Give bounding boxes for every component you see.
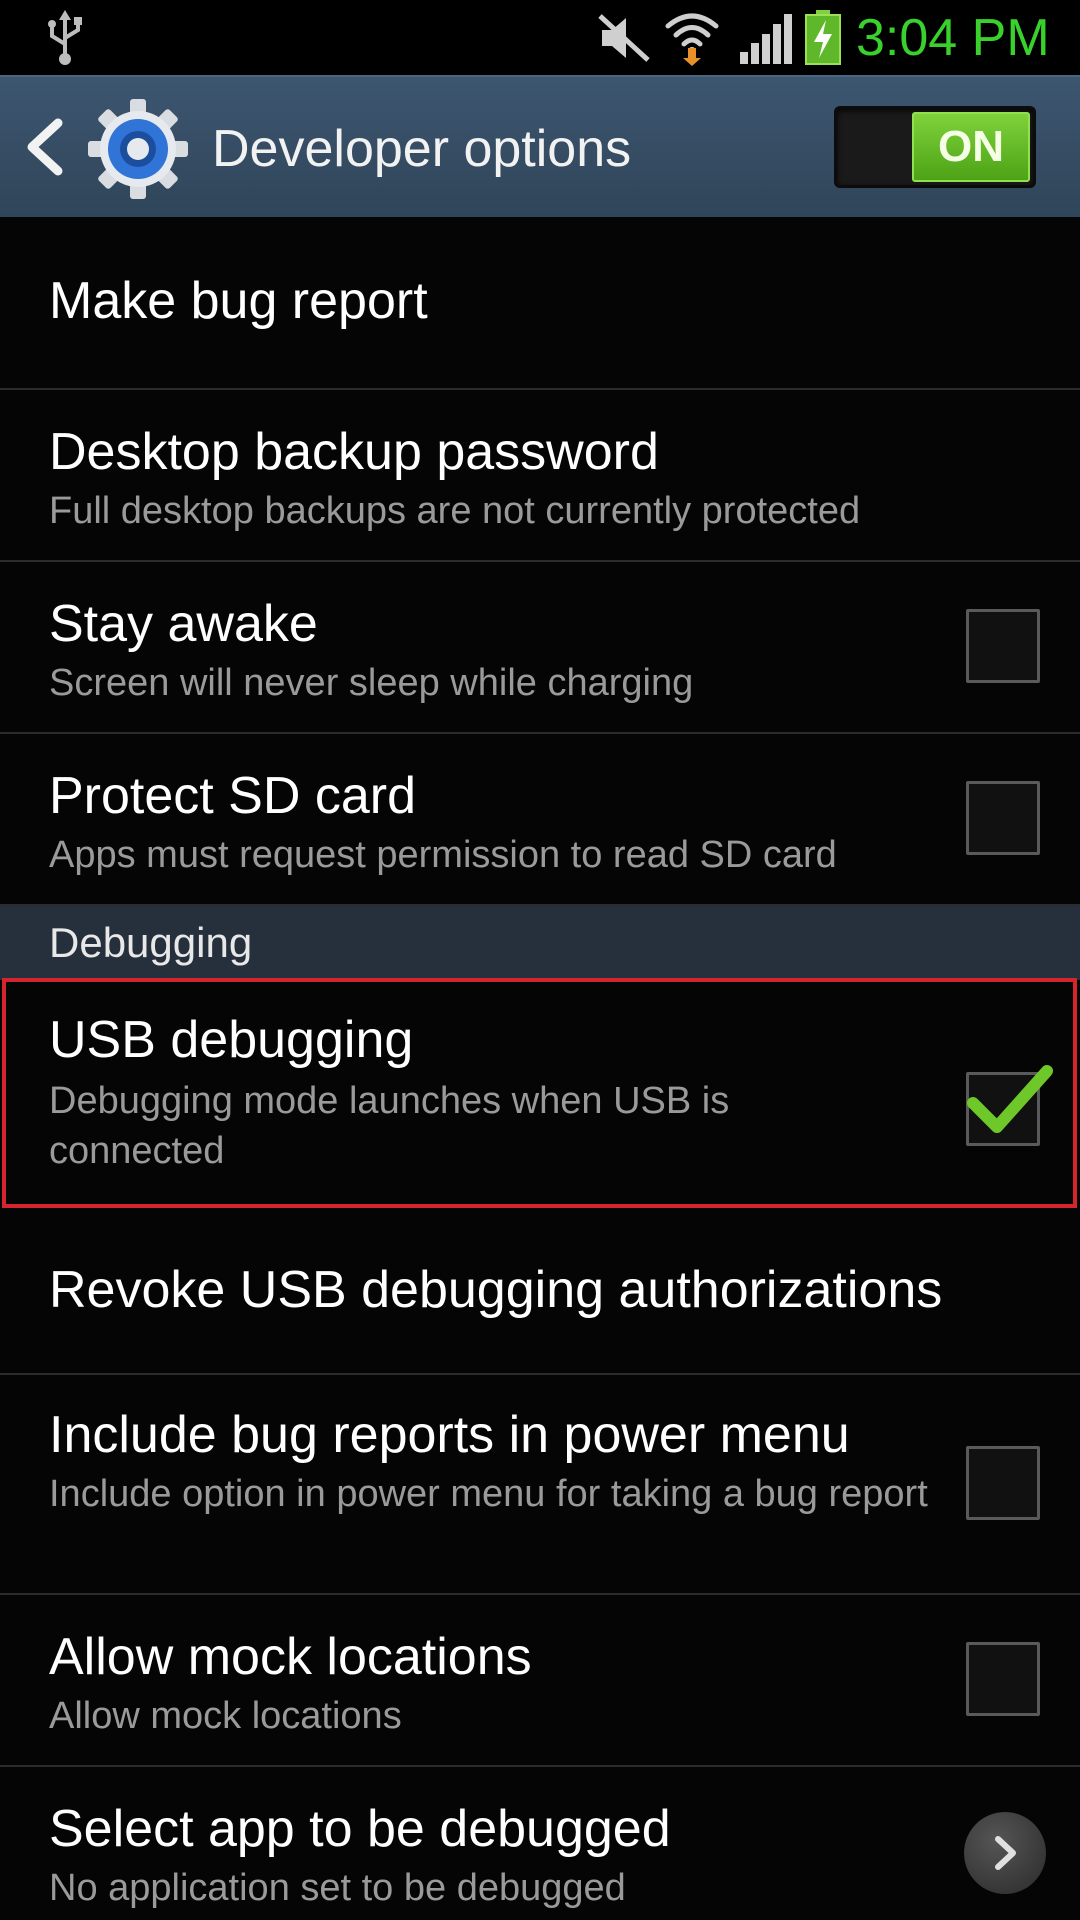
protect-sd-card-checkbox[interactable] — [966, 781, 1040, 855]
status-bar: 3:04 PM — [0, 0, 1080, 75]
list-item-select-debug-app[interactable]: Select app to be debugged No application… — [0, 1767, 1080, 1920]
list-item-usb-debugging[interactable]: USB debugging Debugging mode launches wh… — [0, 980, 1080, 1208]
battery-charging-icon — [805, 10, 841, 65]
item-summary: Apps must request permission to read SD … — [49, 834, 837, 876]
item-title: Allow mock locations — [49, 1628, 532, 1686]
page-title: Developer options — [212, 120, 632, 178]
usb-icon — [48, 10, 82, 65]
section-title: Debugging — [49, 919, 253, 966]
item-title: Desktop backup password — [49, 423, 659, 481]
allow-mock-locations-checkbox[interactable] — [966, 1642, 1040, 1716]
list-item-revoke-usb-authorizations[interactable]: Revoke USB debugging authorizations — [0, 1208, 1080, 1375]
stay-awake-checkbox[interactable] — [966, 609, 1040, 683]
item-title: Include bug reports in power menu — [49, 1406, 850, 1464]
item-summary: Allow mock locations — [49, 1695, 402, 1737]
item-title: Revoke USB debugging authorizations — [49, 1261, 943, 1319]
item-title: Protect SD card — [49, 767, 417, 825]
chevron-right-icon — [995, 1836, 1016, 1870]
developer-options-switch[interactable]: ON — [834, 106, 1036, 188]
action-bar: Developer options ON — [0, 75, 1080, 217]
select-app-chevron-button[interactable] — [964, 1812, 1046, 1894]
bug-reports-power-menu-checkbox[interactable] — [966, 1446, 1040, 1520]
item-summary: Debugging mode launches when USB is conn… — [49, 1080, 730, 1172]
item-title: Make bug report — [49, 272, 428, 330]
list-item-stay-awake[interactable]: Stay awake Screen will never sleep while… — [0, 562, 1080, 734]
settings-list: Make bug report Desktop backup password … — [0, 217, 1080, 1920]
status-clock: 3:04 PM — [856, 9, 1050, 67]
signal-icon — [740, 14, 792, 64]
list-item-desktop-backup-password[interactable]: Desktop backup password Full desktop bac… — [0, 390, 1080, 562]
item-title: Stay awake — [49, 595, 318, 653]
wifi-icon — [665, 13, 719, 66]
switch-label: ON — [938, 122, 1004, 171]
item-summary: Include option in power menu for taking … — [49, 1473, 928, 1515]
list-item-protect-sd-card[interactable]: Protect SD card Apps must request permis… — [0, 734, 1080, 906]
item-summary: Full desktop backups are not currently p… — [49, 490, 861, 532]
list-item-bug-reports-power-menu[interactable]: Include bug reports in power menu Includ… — [0, 1375, 1080, 1595]
item-title: USB debugging — [49, 1011, 414, 1069]
item-title: Select app to be debugged — [49, 1800, 671, 1858]
switch-thumb: ON — [912, 112, 1030, 182]
section-header-debugging: Debugging — [0, 906, 1080, 980]
settings-gear-icon — [88, 99, 188, 199]
list-item-make-bug-report[interactable]: Make bug report — [0, 217, 1080, 390]
usb-debugging-checkbox[interactable] — [966, 1065, 1053, 1146]
item-summary: Screen will never sleep while charging — [49, 662, 694, 704]
muted-icon — [598, 14, 650, 62]
list-item-allow-mock-locations[interactable]: Allow mock locations Allow mock location… — [0, 1595, 1080, 1767]
back-arrow-icon[interactable] — [22, 117, 70, 177]
check-mark-icon — [967, 1065, 1053, 1133]
item-summary: No application set to be debugged — [49, 1867, 626, 1909]
